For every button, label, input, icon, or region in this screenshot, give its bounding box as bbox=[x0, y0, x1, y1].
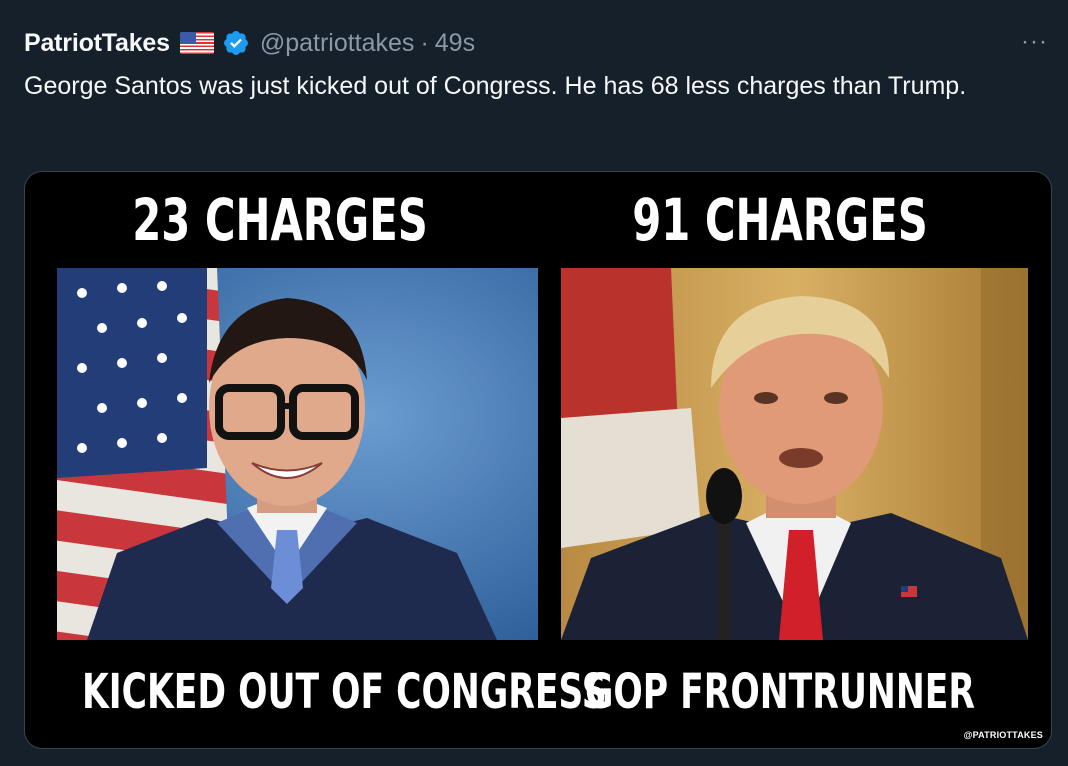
author-display-name[interactable]: PatriotTakes bbox=[24, 29, 170, 58]
tweet-text: George Santos was just kicked out of Con… bbox=[24, 72, 967, 100]
verified-badge-icon[interactable] bbox=[222, 29, 250, 57]
tweet-header: PatriotTakes @patriottakes · 49s bbox=[24, 26, 475, 60]
santos-caption: KICKED OUT OF CONGRESS bbox=[81, 664, 607, 720]
tweet-timestamp[interactable]: 49s bbox=[435, 29, 475, 58]
patriottakes-watermark: @PATRIOTTAKES bbox=[963, 730, 1043, 740]
meta-separator: · bbox=[420, 28, 429, 57]
us-flag-icon bbox=[179, 32, 214, 54]
trump-charges-headline: 91 CHARGES bbox=[632, 186, 928, 254]
trump-caption: GOP FRONTRUNNER bbox=[585, 664, 975, 720]
tweet[interactable]: PatriotTakes @patriottakes · 49s ··· Geo… bbox=[0, 0, 1068, 766]
santos-photo bbox=[57, 268, 538, 640]
author-handle[interactable]: @patriottakes bbox=[260, 29, 415, 58]
more-options-icon[interactable]: ··· bbox=[1021, 28, 1048, 56]
tweet-media-image[interactable]: 23 CHARGES 91 CHARGES KICKED OUT OF CONG… bbox=[24, 171, 1052, 749]
trump-photo bbox=[561, 268, 1028, 640]
santos-charges-headline: 23 CHARGES bbox=[132, 186, 428, 254]
